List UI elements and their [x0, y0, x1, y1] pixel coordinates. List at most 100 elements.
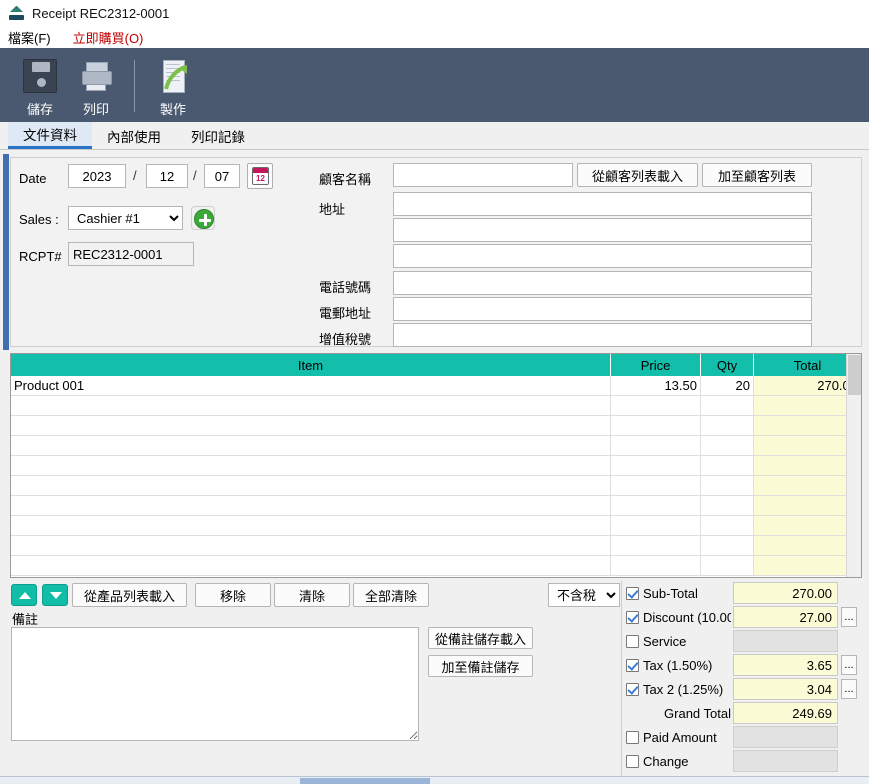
move-item-down-button[interactable]	[42, 584, 68, 606]
horizontal-scrollbar-thumb[interactable]	[300, 778, 430, 784]
cell-qty[interactable]	[701, 436, 754, 455]
address-line3-input[interactable]	[393, 244, 812, 268]
cell-item[interactable]: Product 001	[11, 376, 611, 395]
cell-total[interactable]	[754, 476, 861, 495]
table-row[interactable]	[11, 436, 861, 456]
notes-textarea[interactable]	[11, 627, 419, 741]
cell-qty[interactable]	[701, 456, 754, 475]
tab-internal-use[interactable]: 內部使用	[92, 122, 176, 149]
cell-item[interactable]	[11, 556, 611, 575]
table-row[interactable]: Product 001 13.50 20 270.00	[11, 376, 861, 396]
cell-qty[interactable]	[701, 396, 754, 415]
table-row[interactable]	[11, 536, 861, 556]
print-button[interactable]: 列印	[68, 54, 124, 118]
cell-price[interactable]: 13.50	[611, 376, 701, 395]
checkbox-paid-amount[interactable]	[626, 730, 639, 744]
horizontal-scrollbar[interactable]	[0, 776, 869, 784]
sales-select[interactable]: Cashier #1	[68, 206, 183, 230]
menu-item-file[interactable]: 檔案(F)	[8, 28, 51, 47]
add-sales-person-button[interactable]	[191, 206, 215, 230]
table-row[interactable]	[11, 476, 861, 496]
table-row[interactable]	[11, 396, 861, 416]
cell-item[interactable]	[11, 436, 611, 455]
cell-price[interactable]	[611, 556, 701, 575]
add-to-customer-list-button[interactable]: 加至顧客列表	[702, 163, 812, 187]
items-grid-scrollbar[interactable]	[846, 354, 861, 577]
cell-item[interactable]	[11, 496, 611, 515]
left-scrollbar[interactable]	[3, 154, 9, 350]
customer-name-input[interactable]	[393, 163, 573, 187]
table-row[interactable]	[11, 496, 861, 516]
cell-price[interactable]	[611, 396, 701, 415]
cell-item[interactable]	[11, 396, 611, 415]
cell-total[interactable]	[754, 456, 861, 475]
checkbox-tax-2-1-25[interactable]	[626, 682, 639, 696]
totals-value[interactable]: 3.04	[733, 678, 838, 700]
items-grid-scrollbar-thumb[interactable]	[848, 355, 861, 395]
load-from-product-list-button[interactable]: 從產品列表載入	[72, 583, 187, 607]
menu-item-buy-now[interactable]: 立即購買(O)	[73, 28, 144, 47]
cell-item[interactable]	[11, 536, 611, 555]
cell-qty[interactable]	[701, 556, 754, 575]
tax-mode-select[interactable]: 不含稅	[548, 583, 620, 607]
cell-total[interactable]	[754, 516, 861, 535]
checkbox-change[interactable]	[626, 754, 639, 768]
table-row[interactable]	[11, 516, 861, 536]
totals-options-button[interactable]: ...	[841, 607, 857, 627]
calendar-picker-button[interactable]: 12	[247, 163, 273, 189]
load-from-notes-storage-button[interactable]: 從備註儲存載入	[428, 627, 533, 649]
clear-all-items-button[interactable]: 全部清除	[353, 583, 429, 607]
add-to-notes-storage-button[interactable]: 加至備註儲存	[428, 655, 533, 677]
cell-item[interactable]	[11, 476, 611, 495]
cell-total[interactable]	[754, 416, 861, 435]
totals-value[interactable]	[733, 726, 838, 748]
date-day-input[interactable]	[204, 164, 240, 188]
totals-value[interactable]	[733, 750, 838, 772]
cell-total[interactable]	[754, 556, 861, 575]
cell-total[interactable]	[754, 396, 861, 415]
cell-qty[interactable]	[701, 516, 754, 535]
tab-document-data[interactable]: 文件資料	[8, 122, 92, 149]
cell-item[interactable]	[11, 416, 611, 435]
date-year-input[interactable]	[68, 164, 126, 188]
save-button[interactable]: 儲存	[12, 54, 68, 118]
cell-price[interactable]	[611, 496, 701, 515]
checkbox-discount-10-00[interactable]	[626, 610, 639, 624]
move-item-up-button[interactable]	[11, 584, 37, 606]
cell-price[interactable]	[611, 416, 701, 435]
totals-value[interactable]: 270.00	[733, 582, 838, 604]
cell-price[interactable]	[611, 476, 701, 495]
totals-value[interactable]: 27.00	[733, 606, 838, 628]
cell-price[interactable]	[611, 516, 701, 535]
phone-input[interactable]	[393, 271, 812, 295]
checkbox-sub-total[interactable]	[626, 586, 639, 600]
cell-total[interactable]	[754, 536, 861, 555]
create-button[interactable]: 製作	[145, 54, 201, 118]
clear-item-button[interactable]: 清除	[274, 583, 350, 607]
checkbox-service[interactable]	[626, 634, 639, 648]
vat-number-input[interactable]	[393, 323, 812, 347]
cell-price[interactable]	[611, 436, 701, 455]
cell-qty[interactable]	[701, 496, 754, 515]
cell-qty[interactable]	[701, 476, 754, 495]
remove-item-button[interactable]: 移除	[195, 583, 271, 607]
totals-value[interactable]	[733, 630, 838, 652]
totals-options-button[interactable]: ...	[841, 679, 857, 699]
totals-value[interactable]: 3.65	[733, 654, 838, 676]
cell-item[interactable]	[11, 456, 611, 475]
receipt-number-input[interactable]	[68, 242, 194, 266]
tab-print-log[interactable]: 列印記錄	[176, 122, 260, 149]
totals-options-button[interactable]: ...	[841, 655, 857, 675]
cell-qty[interactable]: 20	[701, 376, 754, 395]
cell-qty[interactable]	[701, 536, 754, 555]
date-month-input[interactable]	[146, 164, 188, 188]
cell-price[interactable]	[611, 536, 701, 555]
cell-qty[interactable]	[701, 416, 754, 435]
cell-total[interactable]	[754, 436, 861, 455]
address-line1-input[interactable]	[393, 192, 812, 216]
totals-value[interactable]: 249.69	[733, 702, 838, 724]
address-line2-input[interactable]	[393, 218, 812, 242]
left-scrollbar-thumb[interactable]	[3, 154, 9, 350]
cell-price[interactable]	[611, 456, 701, 475]
cell-total[interactable]	[754, 496, 861, 515]
